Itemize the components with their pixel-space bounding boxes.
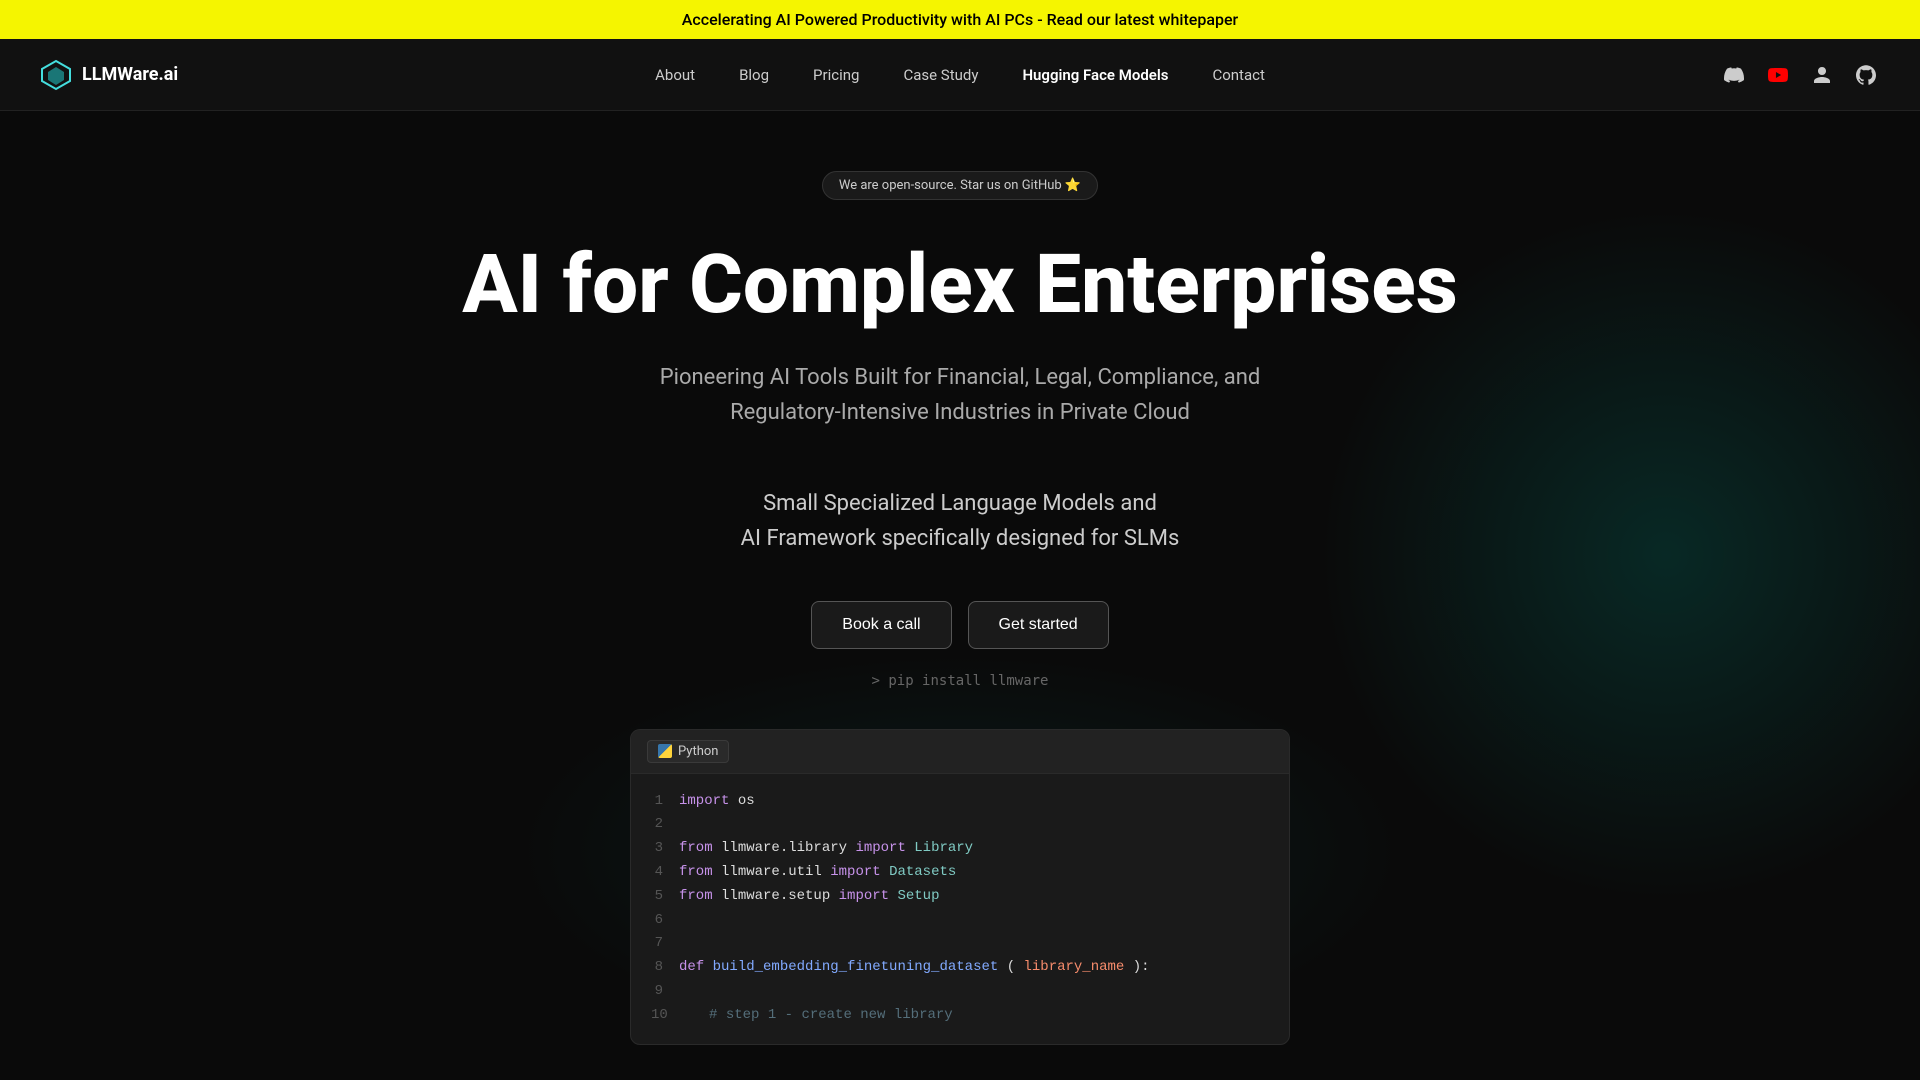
code-content: 1 import os 2 3 from llmware.library imp… [631, 774, 1289, 1044]
code-line-2: 2 [651, 813, 1269, 837]
pip-install-text: > pip install llmware [871, 673, 1048, 689]
code-line-6: 6 [651, 909, 1269, 933]
code-line-9: 9 [651, 980, 1269, 1004]
nav-contact[interactable]: Contact [1194, 58, 1282, 92]
nav-pricing[interactable]: Pricing [795, 58, 877, 92]
code-line-8: 8 def build_embedding_finetuning_dataset… [651, 956, 1269, 980]
book-call-button[interactable]: Book a call [811, 601, 951, 649]
account-icon[interactable] [1808, 61, 1836, 89]
llmware-logo-icon [40, 59, 72, 91]
hero-section: We are open-source. Star us on GitHub ⭐ … [0, 111, 1920, 1051]
hero-subtitle: Pioneering AI Tools Built for Financial,… [610, 360, 1310, 430]
github-star-badge[interactable]: We are open-source. Star us on GitHub ⭐ [822, 171, 1098, 200]
cta-buttons: Book a call Get started [811, 601, 1108, 649]
logo-text: LLMWare.ai [82, 64, 178, 85]
code-line-1: 1 import os [651, 790, 1269, 814]
language-label: Python [678, 744, 718, 759]
banner-text: Accelerating AI Powered Productivity wit… [682, 10, 1238, 29]
discord-icon[interactable] [1720, 61, 1748, 89]
code-line-4: 4 from llmware.util import Datasets [651, 861, 1269, 885]
hero-title: AI for Complex Enterprises [462, 240, 1458, 330]
navbar-icons [1720, 61, 1880, 89]
hero-tagline-1: Small Specialized Language Models and [763, 491, 1157, 516]
python-language-badge: Python [647, 740, 729, 763]
announcement-banner[interactable]: Accelerating AI Powered Productivity wit… [0, 0, 1920, 39]
logo-area: LLMWare.ai [40, 59, 178, 91]
python-icon [658, 744, 672, 758]
code-line-3: 3 from llmware.library import Library [651, 837, 1269, 861]
youtube-icon[interactable] [1764, 61, 1792, 89]
navbar: LLMWare.ai About Blog Pricing Case Study… [0, 39, 1920, 111]
github-icon[interactable] [1852, 61, 1880, 89]
nav-links: About Blog Pricing Case Study Hugging Fa… [637, 58, 1283, 92]
code-line-10: 10 # step 1 - create new library [651, 1004, 1269, 1028]
nav-blog[interactable]: Blog [721, 58, 787, 92]
code-block: Python 1 import os 2 3 from llmware.libr… [630, 729, 1290, 1045]
code-header: Python [631, 730, 1289, 774]
nav-case-study[interactable]: Case Study [885, 58, 996, 92]
nav-about[interactable]: About [637, 58, 713, 92]
nav-hugging-face[interactable]: Hugging Face Models [1004, 58, 1186, 92]
code-line-5: 5 from llmware.setup import Setup [651, 885, 1269, 909]
code-line-7: 7 [651, 932, 1269, 956]
get-started-button[interactable]: Get started [968, 601, 1109, 649]
hero-tagline-2: AI Framework specifically designed for S… [741, 526, 1180, 551]
